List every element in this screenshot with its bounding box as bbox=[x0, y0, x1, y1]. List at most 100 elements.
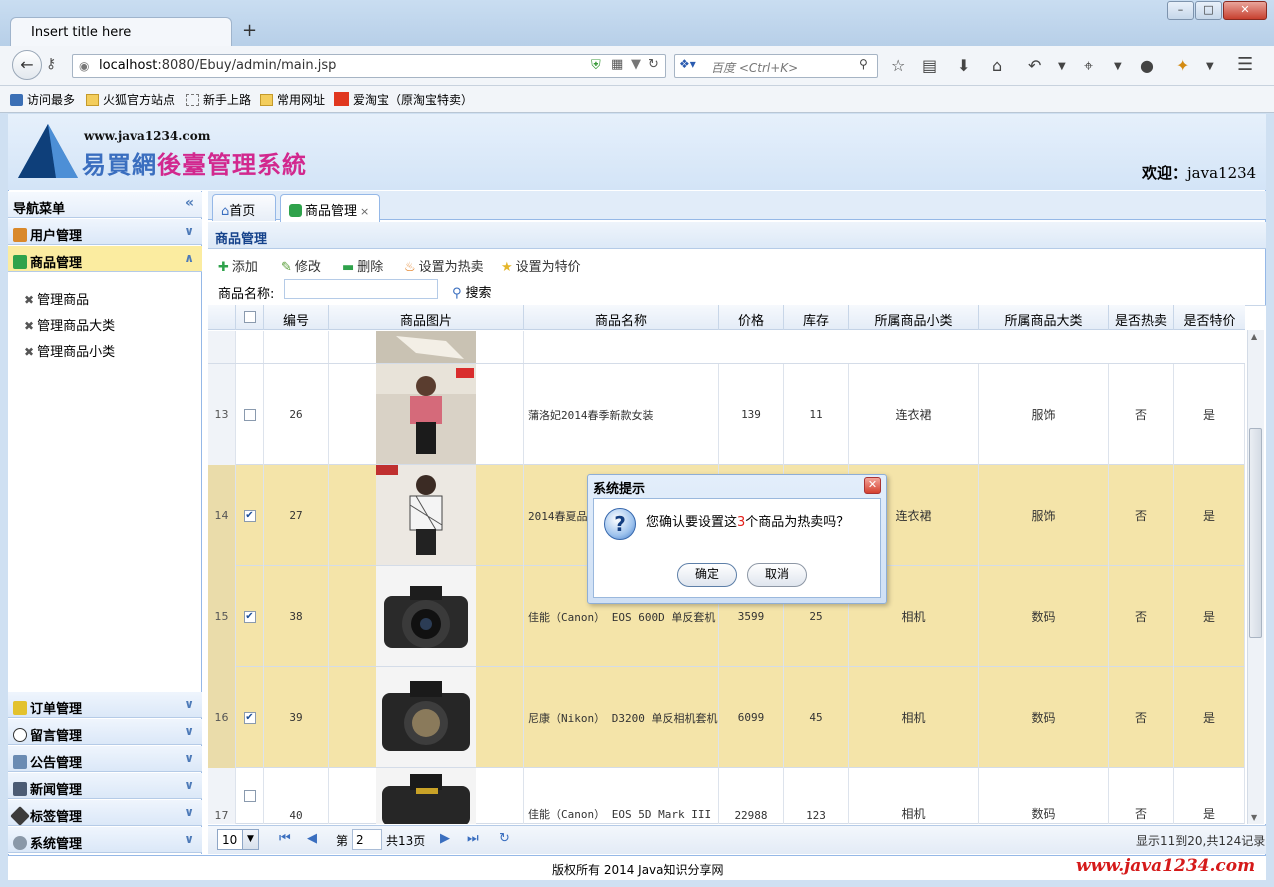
row-checkbox[interactable]: ✔ bbox=[243, 610, 256, 623]
header-stock[interactable]: 库存 bbox=[784, 305, 849, 330]
footer-url[interactable]: www.java1234.com bbox=[1076, 856, 1255, 876]
chevron-down-icon[interactable]: ▼ bbox=[242, 830, 258, 849]
search-button[interactable]: ⚲ 搜索 bbox=[452, 282, 492, 301]
back-button[interactable]: ← bbox=[12, 50, 42, 80]
shield-icon[interactable]: ⛨ bbox=[591, 58, 601, 73]
row-image bbox=[329, 768, 524, 824]
tab-goods[interactable]: 商品管理 × bbox=[280, 194, 380, 222]
nav-group-news[interactable]: 新闻管理 ∨ bbox=[8, 773, 202, 799]
nav-group-orders[interactable]: 订单管理 ∨ bbox=[8, 692, 202, 718]
row-checkbox[interactable]: ✔ bbox=[243, 509, 256, 522]
bookmark-firefox-site[interactable]: 火狐官方站点 bbox=[86, 91, 175, 108]
page-size-select[interactable]: 10 ▼ bbox=[217, 829, 259, 850]
dialog-cancel-button[interactable]: 取消 bbox=[747, 563, 807, 587]
browser-tab[interactable]: Insert title here bbox=[10, 17, 232, 47]
extension-dropdown-icon[interactable]: ▼ bbox=[1206, 61, 1214, 72]
table-row[interactable] bbox=[208, 331, 1245, 364]
dialog-message: 您确认要设置这3个商品为热卖吗？ bbox=[646, 511, 849, 530]
bookmark-star-icon[interactable]: ☆ bbox=[891, 56, 905, 75]
refresh-button[interactable]: ↻ bbox=[499, 831, 510, 846]
table-row[interactable]: 13 26 蒲洛妃2014春季新款女装 139 11 连衣裙 服饰否是 bbox=[208, 364, 1245, 465]
header-image[interactable]: 商品图片 bbox=[329, 305, 524, 330]
row-checkbox[interactable] bbox=[243, 408, 256, 421]
header-hot[interactable]: 是否热卖 bbox=[1109, 305, 1174, 330]
scroll-down-icon[interactable]: ▼ bbox=[1251, 813, 1257, 822]
dropdown-icon[interactable]: ▼ bbox=[631, 57, 641, 72]
maximize-button[interactable]: □ bbox=[1195, 1, 1222, 20]
search-bar[interactable]: ❖▾ 百度 <Ctrl+K> ⚲ bbox=[674, 54, 878, 78]
welcome-label: 欢迎： bbox=[1142, 164, 1188, 182]
row-checkbox-cell bbox=[236, 768, 264, 824]
set-hot-button[interactable]: ♨ 设置为热卖 bbox=[404, 256, 484, 275]
bookmark-aitaobao[interactable]: 爱淘宝（原淘宝特卖） bbox=[334, 91, 473, 108]
dialog-ok-button[interactable]: 确定 bbox=[677, 563, 737, 587]
browser-tab-title: Insert title here bbox=[31, 25, 132, 40]
undo-dropdown-icon[interactable]: ▼ bbox=[1058, 61, 1066, 72]
nav-group-system[interactable]: 系统管理 ∨ bbox=[8, 827, 202, 853]
magnifier-icon[interactable]: ⚲ bbox=[859, 57, 868, 71]
table-row[interactable]: 17 40 佳能（Canon） EOS 5D Mark III 单 22988 123 相… bbox=[208, 768, 1245, 824]
dialog-close-button[interactable]: ✕ bbox=[864, 477, 881, 494]
nav-item-manage-smalltype[interactable]: ✖ 管理商品小类 bbox=[24, 341, 115, 360]
window-close-button[interactable]: ✕ bbox=[1223, 1, 1267, 20]
set-special-button[interactable]: ★ 设置为特价 bbox=[501, 256, 581, 275]
extension-icon[interactable]: ✦ bbox=[1176, 56, 1189, 75]
last-page-button[interactable]: ⏭ bbox=[467, 831, 479, 846]
home-icon[interactable]: ⌂ bbox=[992, 56, 1002, 75]
download-icon[interactable]: ⬇ bbox=[957, 56, 970, 75]
nav-group-label: 标签管理 bbox=[30, 810, 83, 825]
nav-item-manage-bigtype[interactable]: ✖ 管理商品大类 bbox=[24, 315, 115, 334]
row-price: 22988 bbox=[719, 768, 784, 824]
page-number-input[interactable]: 2 bbox=[352, 829, 382, 850]
crop-dropdown-icon[interactable]: ▼ bbox=[1114, 61, 1122, 72]
bookmark-common-sites[interactable]: 常用网址 bbox=[260, 91, 325, 108]
minimize-button[interactable]: – bbox=[1167, 1, 1194, 20]
tab-home[interactable]: ⌂首页 bbox=[212, 194, 276, 221]
bookmark-most-visited[interactable]: 访问最多 bbox=[10, 91, 75, 108]
tab-close-icon[interactable]: × bbox=[360, 205, 369, 218]
chat-icon[interactable]: ● bbox=[1140, 56, 1154, 75]
nav-group-notices[interactable]: 公告管理 ∨ bbox=[8, 746, 202, 772]
header-id[interactable]: 编号 bbox=[264, 305, 329, 330]
header-bigtype[interactable]: 所属商品大类 bbox=[979, 305, 1109, 330]
next-page-button[interactable]: ▶ bbox=[440, 831, 450, 846]
menu-icon[interactable]: ☰ bbox=[1237, 54, 1253, 75]
nav-group-users[interactable]: 用户管理 ∨ bbox=[8, 219, 202, 245]
collapse-double-left-icon[interactable]: « bbox=[185, 195, 194, 211]
nav-group-goods[interactable]: 商品管理 ∧ bbox=[8, 246, 202, 272]
row-checkbox[interactable] bbox=[243, 790, 256, 802]
page-size-value: 10 bbox=[222, 833, 238, 847]
scrollbar-thumb[interactable] bbox=[1249, 428, 1262, 638]
prev-page-button[interactable]: ◀ bbox=[307, 831, 317, 846]
delete-button[interactable]: ▬ 删除 bbox=[342, 256, 383, 275]
product-photo bbox=[376, 364, 476, 465]
nav-group-tags[interactable]: 标签管理 ∨ bbox=[8, 800, 202, 826]
reload-icon[interactable]: ↻ bbox=[648, 57, 659, 72]
header-select-all[interactable] bbox=[236, 305, 264, 330]
add-button[interactable]: ✚ 添加 bbox=[218, 256, 258, 275]
url-bar[interactable]: ◉ localhost:8080/Ebuy/admin/main.jsp ⛨ ▦… bbox=[72, 54, 666, 78]
header-special[interactable]: 是否特价 bbox=[1174, 305, 1245, 330]
goods-name-input[interactable] bbox=[284, 279, 438, 299]
new-tab-button[interactable]: + bbox=[242, 20, 257, 41]
table-row[interactable]: 16 ✔ 39 尼康（Nikon） D3200 单反相机套机 6099 45 相机 数码否是 bbox=[208, 667, 1245, 768]
logo-triangle-icon bbox=[18, 124, 78, 178]
edit-button[interactable]: ✎ 修改 bbox=[281, 256, 321, 275]
product-photo bbox=[376, 566, 476, 667]
header-name[interactable]: 商品名称 bbox=[524, 305, 719, 330]
crop-icon[interactable]: ⌖ bbox=[1084, 56, 1093, 76]
header-subtype[interactable]: 所属商品小类 bbox=[849, 305, 979, 330]
nav-item-manage-goods[interactable]: ✖ 管理商品 bbox=[24, 289, 89, 308]
reading-list-icon[interactable]: ▤ bbox=[922, 56, 937, 75]
select-all-checkbox[interactable] bbox=[243, 311, 256, 323]
first-page-button[interactable]: ⏮ bbox=[279, 831, 291, 846]
undo-icon[interactable]: ↶ bbox=[1028, 56, 1041, 75]
bookmark-getting-started[interactable]: 新手上路 bbox=[186, 91, 251, 108]
nav-group-messages[interactable]: 留言管理 ∨ bbox=[8, 719, 202, 745]
scroll-up-icon[interactable]: ▲ bbox=[1251, 332, 1257, 341]
header-price[interactable]: 价格 bbox=[719, 305, 784, 330]
qr-code-icon[interactable]: ▦ bbox=[611, 57, 623, 72]
row-checkbox[interactable]: ✔ bbox=[243, 711, 256, 724]
delete-label: 删除 bbox=[357, 260, 384, 275]
key-icon[interactable]: ⚷ bbox=[46, 56, 56, 72]
